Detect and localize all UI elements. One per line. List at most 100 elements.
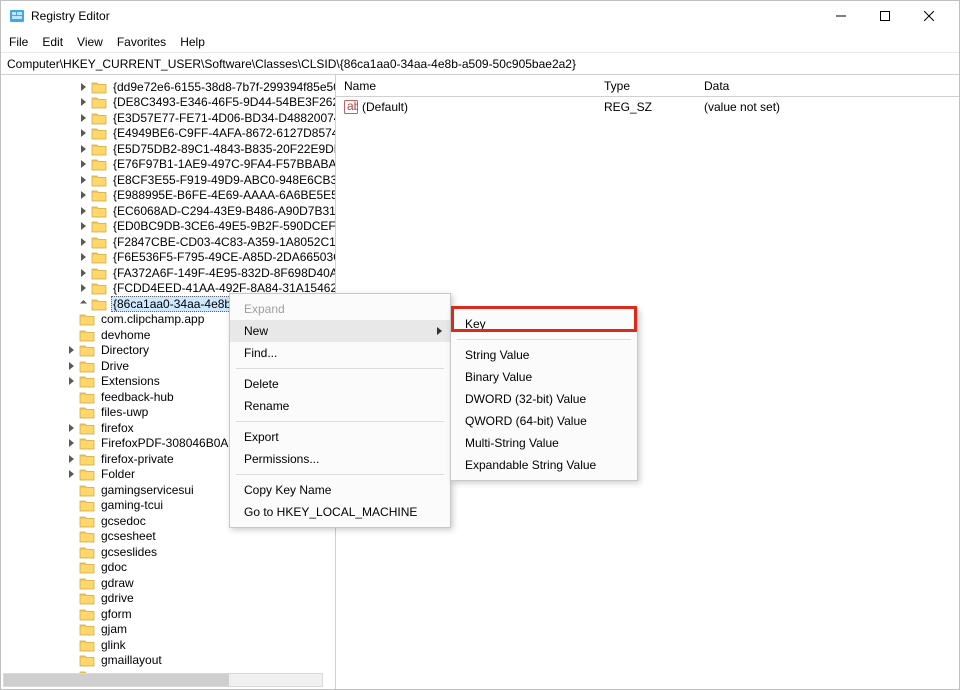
minimize-button[interactable] bbox=[819, 1, 863, 31]
tree-item[interactable]: gjam bbox=[5, 622, 335, 638]
tree-item[interactable]: gdraw bbox=[5, 575, 335, 591]
ctx-rename[interactable]: Rename bbox=[230, 395, 450, 417]
folder-icon bbox=[91, 111, 107, 125]
ctx-new-binary[interactable]: Binary Value bbox=[451, 366, 637, 388]
address-input[interactable] bbox=[7, 57, 953, 71]
ctx-goto-hklm[interactable]: Go to HKEY_LOCAL_MACHINE bbox=[230, 501, 450, 523]
tree-item[interactable]: {FA372A6F-149F-4E95-832D-8F698D40AD7F} bbox=[5, 265, 335, 281]
chevron-right-icon[interactable] bbox=[77, 282, 89, 294]
folder-icon bbox=[91, 219, 107, 233]
tree-item-label: {FA372A6F-149F-4E95-832D-8F698D40AD7F} bbox=[111, 266, 336, 280]
menu-help[interactable]: Help bbox=[180, 35, 205, 49]
chevron-right-icon[interactable] bbox=[65, 360, 77, 372]
titlebar: Registry Editor bbox=[1, 1, 959, 31]
address-bar bbox=[1, 53, 959, 75]
ctx-copy-key-name[interactable]: Copy Key Name bbox=[230, 479, 450, 501]
chevron-right-icon[interactable] bbox=[65, 344, 77, 356]
tree-item-label: {E5D75DB2-89C1-4843-B835-20F22E9DDC93} bbox=[111, 142, 336, 156]
ctx-permissions[interactable]: Permissions... bbox=[230, 448, 450, 470]
minimize-icon bbox=[836, 11, 846, 21]
chevron-right-icon[interactable] bbox=[65, 437, 77, 449]
ctx-new-expandstring[interactable]: Expandable String Value bbox=[451, 454, 637, 476]
tree-item[interactable]: gdoc bbox=[5, 560, 335, 576]
chevron-right-icon[interactable] bbox=[77, 220, 89, 232]
col-header-type[interactable]: Type bbox=[596, 79, 696, 93]
ctx-new-key[interactable]: Key bbox=[451, 313, 637, 335]
tree-item-label: {E76F97B1-1AE9-497C-9FA4-F57BBABAD54A} bbox=[111, 157, 336, 171]
tree-item[interactable]: gcseslides bbox=[5, 544, 335, 560]
chevron-right-icon[interactable] bbox=[77, 205, 89, 217]
scrollbar-thumb[interactable] bbox=[4, 674, 229, 686]
tree-item[interactable]: {E8CF3E55-F919-49D9-ABC0-948E6CB34B9F} bbox=[5, 172, 335, 188]
ctx-find[interactable]: Find... bbox=[230, 342, 450, 364]
tree-item[interactable]: {DE8C3493-E346-46F5-9D44-54BE3F262AFC} bbox=[5, 95, 335, 111]
tree-item[interactable]: {E5D75DB2-89C1-4843-B835-20F22E9DDC93} bbox=[5, 141, 335, 157]
ctx-new[interactable]: New bbox=[230, 320, 450, 342]
menu-view[interactable]: View bbox=[77, 35, 103, 49]
maximize-icon bbox=[880, 11, 890, 21]
chevron-right-icon[interactable] bbox=[77, 236, 89, 248]
ctx-new-dword[interactable]: DWORD (32-bit) Value bbox=[451, 388, 637, 410]
tree-item[interactable]: {dd9e72e6-6155-38d8-7b7f-299394f85e50} bbox=[5, 79, 335, 95]
chevron-right-icon[interactable] bbox=[77, 143, 89, 155]
tree-item-label: Folder bbox=[99, 467, 137, 481]
folder-icon bbox=[79, 545, 95, 559]
folder-icon bbox=[79, 343, 95, 357]
menu-favorites[interactable]: Favorites bbox=[117, 35, 166, 49]
tree-item[interactable]: {ED0BC9DB-3CE6-49E5-9B2F-590DCEF8C016} bbox=[5, 219, 335, 235]
chevron-right-icon[interactable] bbox=[65, 453, 77, 465]
chevron-right-icon[interactable] bbox=[77, 267, 89, 279]
chevron-right-icon[interactable] bbox=[65, 468, 77, 480]
folder-icon bbox=[79, 576, 95, 590]
chevron-right-icon[interactable] bbox=[77, 81, 89, 93]
chevron-right-icon[interactable] bbox=[77, 174, 89, 186]
chevron-down-icon[interactable] bbox=[77, 298, 89, 310]
chevron-right-icon[interactable] bbox=[77, 158, 89, 170]
col-header-data[interactable]: Data bbox=[696, 79, 959, 93]
client-area: {dd9e72e6-6155-38d8-7b7f-299394f85e50}{D… bbox=[1, 75, 959, 689]
chevron-right-icon[interactable] bbox=[65, 375, 77, 387]
tree-item[interactable]: {EC6068AD-C294-43E9-B486-A90D7B31E3CB} bbox=[5, 203, 335, 219]
close-button[interactable] bbox=[907, 1, 951, 31]
tree-item-label: gamingservicesui bbox=[99, 483, 196, 497]
tree-item[interactable]: gcsesheet bbox=[5, 529, 335, 545]
tree-item[interactable]: {E988995E-B6FE-4E69-AAAA-6A6BE5E5A016} bbox=[5, 188, 335, 204]
tree-item[interactable]: {E4949BE6-C9FF-4AFA-8672-6127D857418B} bbox=[5, 126, 335, 142]
tree-item[interactable]: {E76F97B1-1AE9-497C-9FA4-F57BBABAD54A} bbox=[5, 157, 335, 173]
chevron-right-icon[interactable] bbox=[77, 251, 89, 263]
folder-icon bbox=[91, 266, 107, 280]
folder-icon bbox=[91, 235, 107, 249]
ctx-delete[interactable]: Delete bbox=[230, 373, 450, 395]
chevron-right-icon[interactable] bbox=[65, 422, 77, 434]
ctx-new-multistring[interactable]: Multi-String Value bbox=[451, 432, 637, 454]
context-submenu-new: Key String Value Binary Value DWORD (32-… bbox=[450, 308, 638, 481]
tree-item-label: {E988995E-B6FE-4E69-AAAA-6A6BE5E5A016} bbox=[111, 188, 336, 202]
tree-item[interactable]: gmaillayout bbox=[5, 653, 335, 669]
chevron-right-icon[interactable] bbox=[77, 112, 89, 124]
col-header-name[interactable]: Name bbox=[336, 79, 596, 93]
tree-item[interactable]: {F2847CBE-CD03-4C83-A359-1A8052C1B9D5} bbox=[5, 234, 335, 250]
close-icon bbox=[924, 11, 934, 21]
tree-item[interactable]: gdrive bbox=[5, 591, 335, 607]
tree-item[interactable]: glink bbox=[5, 637, 335, 653]
folder-icon bbox=[79, 653, 95, 667]
ctx-new-qword[interactable]: QWORD (64-bit) Value bbox=[451, 410, 637, 432]
tree-item-label: gcsesheet bbox=[99, 529, 158, 543]
tree-item-label: {DE8C3493-E346-46F5-9D44-54BE3F262AFC} bbox=[111, 95, 336, 109]
maximize-button[interactable] bbox=[863, 1, 907, 31]
tree-item-label: {ED0BC9DB-3CE6-49E5-9B2F-590DCEF8C016} bbox=[111, 219, 336, 233]
tree-item[interactable]: {F6E536F5-F795-49CE-A85D-2DA66503C6F1} bbox=[5, 250, 335, 266]
tree-item[interactable]: {E3D57E77-FE71-4D06-BD34-D48820074909} bbox=[5, 110, 335, 126]
tree-item-label: {E4949BE6-C9FF-4AFA-8672-6127D857418B} bbox=[111, 126, 336, 140]
tree-item[interactable]: gform bbox=[5, 606, 335, 622]
menu-edit[interactable]: Edit bbox=[42, 35, 63, 49]
value-row[interactable]: (Default) REG_SZ (value not set) bbox=[336, 97, 959, 117]
chevron-right-icon[interactable] bbox=[77, 96, 89, 108]
menu-file[interactable]: File bbox=[9, 35, 28, 49]
ctx-export[interactable]: Export bbox=[230, 426, 450, 448]
chevron-right-icon[interactable] bbox=[77, 127, 89, 139]
tree-horizontal-scrollbar[interactable] bbox=[3, 673, 323, 687]
ctx-new-string[interactable]: String Value bbox=[451, 344, 637, 366]
chevron-right-icon[interactable] bbox=[77, 189, 89, 201]
tree-item-label: {F2847CBE-CD03-4C83-A359-1A8052C1B9D5} bbox=[111, 235, 336, 249]
